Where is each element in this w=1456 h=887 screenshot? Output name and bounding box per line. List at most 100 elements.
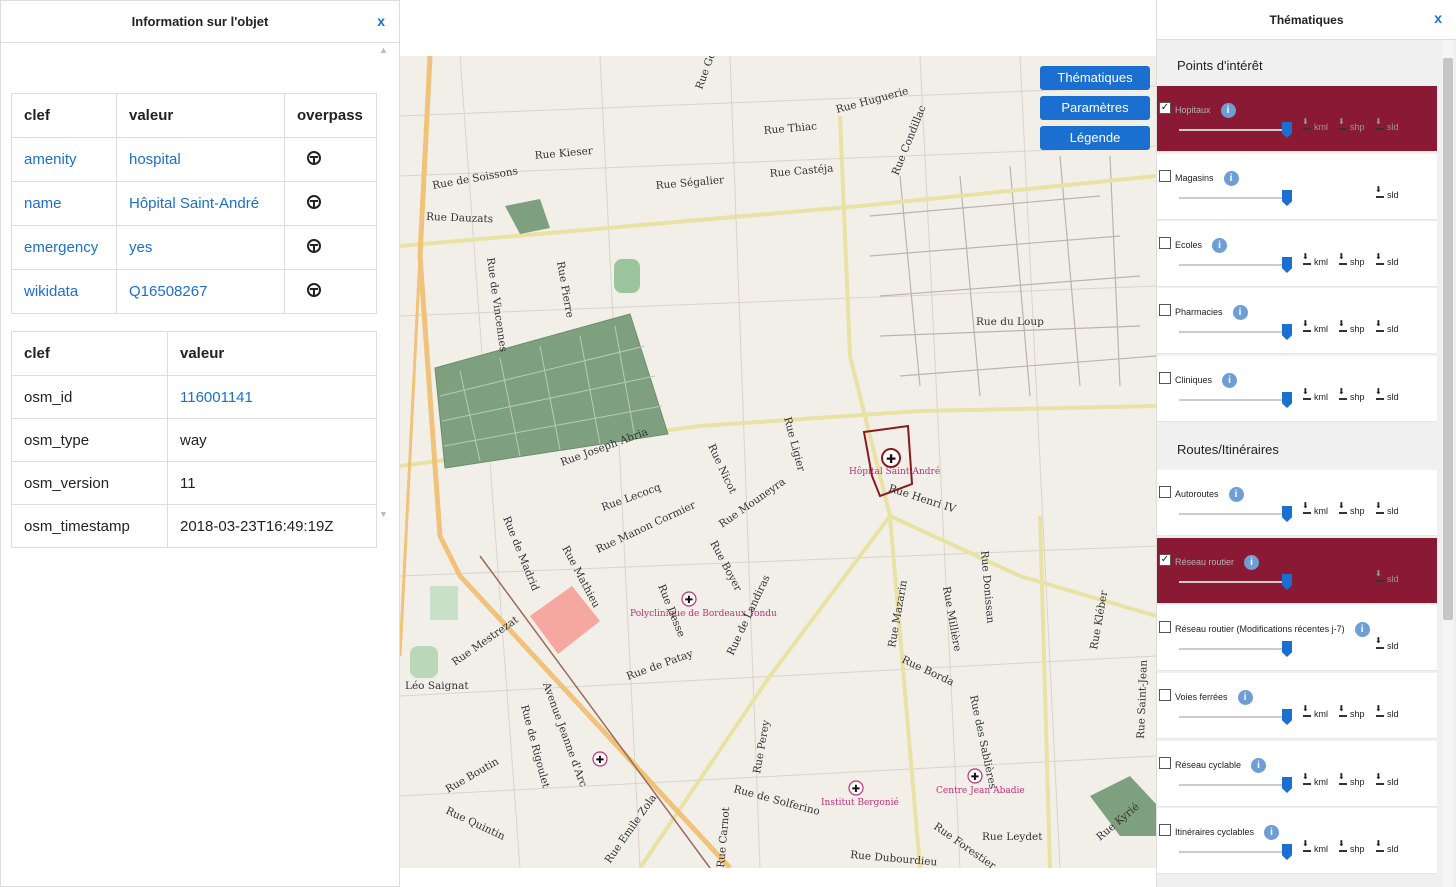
theme-layer-item[interactable]: Réseau cyclable i kml shp sld [1157,741,1437,807]
close-icon[interactable]: x [377,13,385,29]
info-icon[interactable]: i [1264,825,1280,840]
download-kml-link[interactable]: kml [1302,704,1328,719]
download-sld-link[interactable]: sld [1375,387,1399,402]
parametres-button[interactable]: Paramètres [1040,96,1150,120]
download-kml-link[interactable]: kml [1302,501,1328,516]
theme-layer-item[interactable]: ✓ Hopitaux i kml shp sld [1157,86,1437,152]
layer-checkbox[interactable] [1159,304,1171,316]
download-shp-link[interactable]: shp [1338,772,1365,787]
info-icon[interactable]: i [1228,487,1244,502]
download-shp-link[interactable]: shp [1338,839,1365,854]
slider-thumb[interactable] [1282,257,1292,273]
slider-thumb[interactable] [1282,392,1292,408]
download-shp-link[interactable]: shp [1338,117,1365,132]
info-icon[interactable]: i [1244,555,1260,570]
tag-key-link[interactable]: name [11,181,117,226]
download-kml-link[interactable]: kml [1302,252,1328,267]
layer-checkbox[interactable] [1159,824,1171,836]
slider-thumb[interactable] [1282,324,1292,340]
scroll-down-icon[interactable]: ▼ [379,509,388,519]
layer-checkbox[interactable] [1159,757,1171,769]
info-icon[interactable]: i [1354,622,1370,637]
close-icon[interactable]: x [1434,10,1442,26]
layer-checkbox[interactable]: ✓ [1159,102,1171,114]
theme-layer-item[interactable]: Ecolesi kml shp sld [1157,221,1437,287]
info-icon[interactable]: i [1232,305,1248,320]
opacity-slider[interactable] [1179,574,1292,590]
opacity-slider[interactable] [1179,257,1292,273]
tag-key-link[interactable]: wikidata [11,269,117,314]
download-shp-link[interactable]: shp [1338,501,1365,516]
slider-thumb[interactable] [1282,122,1292,138]
layer-checkbox[interactable] [1159,237,1171,249]
opacity-slider[interactable] [1179,641,1292,657]
download-kml-link[interactable]: kml [1302,772,1328,787]
info-icon[interactable]: i [1222,373,1238,388]
info-icon[interactable]: i [1212,238,1228,253]
theme-layer-item[interactable]: Réseau routier (Modifications récentes j… [1157,605,1437,671]
steering-wheel-icon[interactable] [307,150,321,165]
slider-thumb[interactable] [1282,777,1292,793]
opacity-slider[interactable] [1179,506,1292,522]
download-sld-link[interactable]: sld [1375,185,1399,200]
steering-wheel-icon[interactable] [307,194,321,209]
opacity-slider[interactable] [1179,190,1292,206]
osm-id-link[interactable]: 116001141 [167,375,377,419]
slider-thumb[interactable] [1282,641,1292,657]
layer-checkbox[interactable] [1159,170,1171,182]
tag-value-link[interactable]: Q16508267 [116,269,285,314]
slider-thumb[interactable] [1282,574,1292,590]
info-icon[interactable]: i [1251,758,1267,773]
layer-checkbox[interactable]: ✓ [1159,554,1171,566]
layer-checkbox[interactable] [1159,621,1171,633]
download-sld-link[interactable]: sld [1375,252,1399,267]
info-icon[interactable]: i [1220,103,1236,118]
download-kml-link[interactable]: kml [1302,117,1328,132]
slider-thumb[interactable] [1282,709,1292,725]
tag-key-link[interactable]: emergency [11,225,117,270]
theme-layer-item[interactable]: Itinéraires cyclables i kml shp sld [1157,808,1437,874]
map-canvas[interactable]: ✚ ✚ ✚ ✚ ✚ Hôpital Saint-André Polyclinique… [400,56,1156,868]
slider-thumb[interactable] [1282,844,1292,860]
theme-layer-item[interactable]: Autoroutes i kml shp sld [1157,470,1437,536]
download-shp-link[interactable]: shp [1338,387,1365,402]
download-sld-link[interactable]: sld [1375,117,1399,132]
opacity-slider[interactable] [1179,122,1292,138]
theme-layer-item[interactable]: Pharmacies i kml shp sld [1157,288,1437,354]
download-kml-link[interactable]: kml [1302,839,1328,854]
download-sld-link[interactable]: sld [1375,839,1399,854]
download-shp-link[interactable]: shp [1338,319,1365,334]
thematiques-button[interactable]: Thématiques [1040,66,1150,90]
tag-value-link[interactable]: Hôpital Saint-André [116,181,285,226]
slider-thumb[interactable] [1282,506,1292,522]
download-sld-link[interactable]: sld [1375,319,1399,334]
opacity-slider[interactable] [1179,709,1292,725]
download-sld-link[interactable]: sld [1375,704,1399,719]
opacity-slider[interactable] [1179,324,1292,340]
download-kml-link[interactable]: kml [1302,319,1328,334]
info-icon[interactable]: i [1237,690,1253,705]
tag-key-link[interactable]: amenity [11,137,117,182]
scroll-up-icon[interactable]: ▲ [379,45,388,55]
download-sld-link[interactable]: sld [1375,772,1399,787]
theme-layer-item[interactable]: Voies ferrées i kml shp sld [1157,673,1437,739]
theme-layer-item[interactable]: ✓ Réseau routier i sld [1157,538,1437,604]
opacity-slider[interactable] [1179,844,1292,860]
download-shp-link[interactable]: shp [1338,704,1365,719]
tag-value-link[interactable]: yes [116,225,285,270]
layer-checkbox[interactable] [1159,689,1171,701]
download-shp-link[interactable]: shp [1338,252,1365,267]
layer-checkbox[interactable] [1159,486,1171,498]
layer-checkbox[interactable] [1159,372,1171,384]
opacity-slider[interactable] [1179,392,1292,408]
info-scrollbar[interactable]: ▲ ▼ [377,43,389,523]
download-sld-link[interactable]: sld [1375,569,1399,584]
download-sld-link[interactable]: sld [1375,636,1399,651]
slider-thumb[interactable] [1282,190,1292,206]
thematic-scrollbar-thumb[interactable] [1443,58,1453,620]
opacity-slider[interactable] [1179,777,1292,793]
info-icon[interactable]: i [1223,171,1239,186]
steering-wheel-icon[interactable] [307,238,321,253]
legende-button[interactable]: Légende [1040,126,1150,150]
steering-wheel-icon[interactable] [307,282,321,297]
